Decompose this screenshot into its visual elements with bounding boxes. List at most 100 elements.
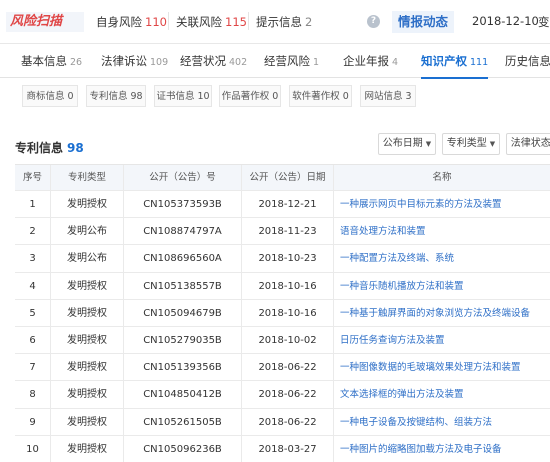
caret-down-icon: ▼ bbox=[425, 140, 432, 148]
header-name: 名称 bbox=[432, 172, 452, 183]
row-index: 9 bbox=[15, 408, 51, 435]
table-row: 7 发明授权 CN105139356B 2018-06-22 一种图像数据的毛玻璃效果处… bbox=[15, 354, 550, 382]
table-header: 序号 专利类型 公开（公告）号 公开（公告）日期 名称 bbox=[15, 165, 550, 191]
subtab-work-copyright[interactable]: 作品著作权 0 bbox=[219, 85, 281, 107]
tab-label: 基本信息 bbox=[21, 54, 67, 68]
header-index: 序号 bbox=[15, 165, 51, 190]
row-publication-number: CN105139356B bbox=[124, 354, 242, 381]
related-risk-link[interactable]: 关联风险 115 bbox=[176, 14, 247, 30]
table-row: 3 发明公布 CN108696560A 2018-10-23 一种配置方法及终端、系统 bbox=[15, 245, 550, 273]
section-count: 98 bbox=[67, 141, 84, 155]
row-publication-date: 2018-12-21 bbox=[242, 191, 334, 218]
section-title: 专利信息 98 bbox=[15, 139, 84, 156]
row-publication-number: CN108696560A bbox=[124, 245, 242, 272]
row-publication-date: 2018-06-22 bbox=[242, 408, 334, 435]
tab-label: 法律诉讼 bbox=[101, 54, 147, 68]
table-row: 2 发明公布 CN108874797A 2018-11-23 语音处理方法和装置 bbox=[15, 218, 550, 246]
help-icon[interactable]: ? bbox=[367, 15, 380, 28]
row-publication-date: 2018-11-23 bbox=[242, 218, 334, 245]
table-row: 9 发明授权 CN105261505B 2018-06-22 一种电子设备及按键结构、组… bbox=[15, 408, 550, 436]
row-publication-date: 2018-03-27 bbox=[242, 435, 334, 462]
row-publication-number: CN105094679B bbox=[124, 299, 242, 326]
risk-scan-logo: 风险扫描 bbox=[6, 12, 84, 32]
tab-count: 109 bbox=[150, 57, 169, 68]
tab-intellectual-property[interactable]: 知识产权 111 bbox=[421, 44, 489, 79]
row-publication-number: CN105138557B bbox=[124, 272, 242, 299]
row-publication-date: 2018-10-02 bbox=[242, 327, 334, 354]
row-patent-type: 发明授权 bbox=[51, 381, 124, 408]
related-risk-label: 关联风险 bbox=[176, 15, 222, 29]
subtab-patent[interactable]: 专利信息 98 bbox=[86, 85, 146, 107]
row-index: 2 bbox=[15, 218, 51, 245]
patent-type-filter[interactable]: 专利类型 ▼ bbox=[442, 133, 500, 155]
row-index: 7 bbox=[15, 354, 51, 381]
row-patent-name-link[interactable]: 文本选择框的弹出方法及装置 bbox=[334, 381, 550, 407]
table-row: 6 发明授权 CN105279035B 2018-10-02 日历任务查询方法及装置 bbox=[15, 327, 550, 355]
row-patent-name-link[interactable]: 一种图片的缩略图加载方法及电子设备 bbox=[334, 436, 550, 462]
tab-history-info[interactable]: 历史信息 bbox=[505, 44, 550, 78]
change-link[interactable]: 变 bbox=[538, 14, 550, 30]
row-patent-name-link[interactable]: 语音处理方法和装置 bbox=[334, 218, 550, 244]
row-publication-number: CN105096236B bbox=[124, 435, 242, 462]
header-publication-number: 公开（公告）号 bbox=[124, 165, 242, 190]
row-index: 1 bbox=[15, 191, 51, 218]
caret-down-icon: ▼ bbox=[489, 140, 496, 148]
tab-label: 知识产权 bbox=[421, 54, 467, 68]
tab-business-risk[interactable]: 经营风险 1 bbox=[264, 44, 319, 78]
filter-label: 法律状态 bbox=[510, 138, 550, 149]
row-patent-name-link[interactable]: 一种基于触屏界面的对象浏览方法及终端设备 bbox=[334, 300, 550, 326]
tab-label: 历史信息 bbox=[505, 54, 550, 68]
header-publication-date: 公开（公告）日期 bbox=[242, 165, 334, 190]
row-publication-number: CN108874797A bbox=[124, 218, 242, 245]
table-row: 1 发明授权 CN105373593B 2018-12-21 一种展示网页中目标元素的方… bbox=[15, 191, 550, 219]
update-date: 2018-12-10 bbox=[472, 14, 539, 28]
legal-status-filter[interactable]: 法律状态▼ bbox=[506, 133, 550, 155]
row-patent-type: 发明授权 bbox=[51, 272, 124, 299]
row-index: 8 bbox=[15, 381, 51, 408]
tab-count: 402 bbox=[229, 57, 248, 68]
row-publication-date: 2018-10-23 bbox=[242, 245, 334, 272]
subtab-software-copyright[interactable]: 软件著作权 0 bbox=[289, 85, 352, 107]
row-index: 6 bbox=[15, 327, 51, 354]
row-patent-name-link[interactable]: 一种电子设备及按键结构、组装方法 bbox=[334, 409, 550, 435]
row-patent-name-link[interactable]: 一种图像数据的毛玻璃效果处理方法和装置 bbox=[334, 354, 550, 380]
row-patent-type: 发明授权 bbox=[51, 435, 124, 462]
tab-basic-info[interactable]: 基本信息 26 bbox=[21, 44, 82, 78]
row-patent-type: 发明公布 bbox=[51, 218, 124, 245]
row-index: 4 bbox=[15, 272, 51, 299]
table-row: 10 发明授权 CN105096236B 2018-03-27 一种图片的缩略图加载方法… bbox=[15, 435, 550, 462]
row-patent-name-link[interactable]: 一种展示网页中目标元素的方法及装置 bbox=[334, 191, 550, 217]
header-patent-type: 专利类型 bbox=[51, 165, 124, 190]
tab-business-status[interactable]: 经营状况 402 bbox=[180, 44, 247, 78]
table-row: 5 发明授权 CN105094679B 2018-10-16 一种基于触屏界面的对象浏览… bbox=[15, 299, 550, 327]
row-patent-name-link[interactable]: 一种音乐随机播放方法和装置 bbox=[334, 273, 550, 299]
related-risk-count: 115 bbox=[225, 15, 247, 29]
intel-dynamics-button[interactable]: 情报动态 bbox=[392, 11, 454, 33]
subtab-trademark[interactable]: 商标信息 0 bbox=[22, 85, 78, 107]
row-patent-name-link[interactable]: 日历任务查询方法及装置 bbox=[334, 327, 550, 353]
row-patent-type: 发明公布 bbox=[51, 245, 124, 272]
row-patent-name-link[interactable]: 一种配置方法及终端、系统 bbox=[334, 245, 550, 271]
tab-label: 经营风险 bbox=[264, 54, 310, 68]
row-publication-date: 2018-10-16 bbox=[242, 272, 334, 299]
notice-label: 提示信息 bbox=[256, 15, 302, 29]
self-risk-link[interactable]: 自身风险 110 bbox=[96, 14, 167, 30]
tab-annual-report[interactable]: 企业年报 4 bbox=[343, 44, 398, 78]
row-patent-type: 发明授权 bbox=[51, 354, 124, 381]
tab-count: 1 bbox=[313, 57, 320, 68]
row-patent-type: 发明授权 bbox=[51, 191, 124, 218]
row-publication-date: 2018-06-22 bbox=[242, 381, 334, 408]
tab-legal-litigation[interactable]: 法律诉讼 109 bbox=[101, 44, 168, 78]
row-publication-number: CN105373593B bbox=[124, 191, 242, 218]
row-patent-type: 发明授权 bbox=[51, 408, 124, 435]
subtab-website[interactable]: 网站信息 3 bbox=[360, 85, 416, 107]
publish-date-filter[interactable]: 公布日期 ▼ bbox=[378, 133, 436, 155]
row-patent-type: 发明授权 bbox=[51, 299, 124, 326]
table-row: 8 发明授权 CN104850412B 2018-06-22 文本选择框的弹出方法及装置 bbox=[15, 381, 550, 409]
tab-label: 企业年报 bbox=[343, 54, 389, 68]
row-index: 3 bbox=[15, 245, 51, 272]
self-risk-count: 110 bbox=[145, 15, 167, 29]
subtab-certificate[interactable]: 证书信息 10 bbox=[154, 85, 212, 107]
row-index: 5 bbox=[15, 299, 51, 326]
notice-link[interactable]: 提示信息 2 bbox=[256, 14, 312, 30]
